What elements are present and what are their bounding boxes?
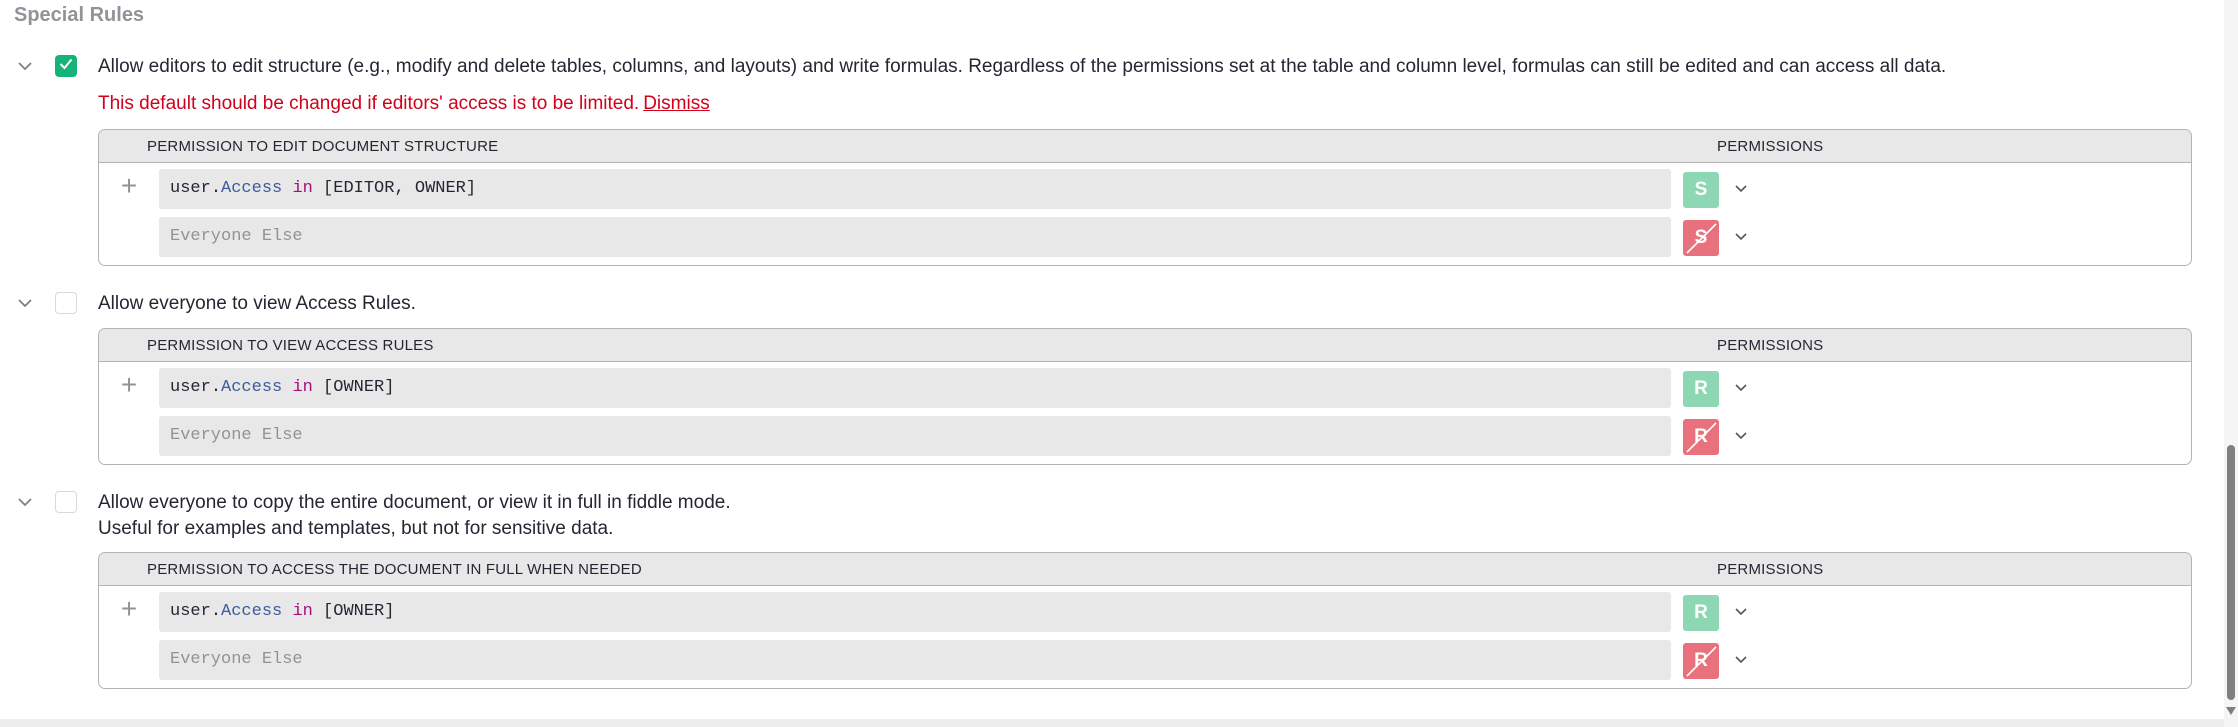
permission-allow-button[interactable]: S (1683, 172, 1719, 208)
chevron-down-icon[interactable] (1731, 426, 1751, 446)
vertical-scrollbar[interactable] (2224, 0, 2238, 727)
chevron-down-icon[interactable] (1731, 602, 1751, 622)
condition-formula[interactable]: user.Access in [OWNER] (159, 368, 1671, 408)
rule-row-default: Everyone Else S (99, 211, 2191, 259)
permission-allow-button[interactable]: R (1683, 595, 1719, 631)
strike-icon (1686, 223, 1717, 254)
permission-table-header: PERMISSION TO VIEW ACCESS RULES PERMISSI… (99, 329, 2191, 362)
permission-deny-button[interactable]: S (1683, 220, 1719, 256)
everyone-else-formula[interactable]: Everyone Else (159, 416, 1671, 456)
chevron-down-icon[interactable] (14, 292, 36, 314)
chevron-down-icon[interactable] (1731, 378, 1751, 398)
permission-deny-button[interactable]: R (1683, 643, 1719, 679)
chevron-down-icon[interactable] (14, 55, 36, 77)
permission-deny-button[interactable]: R (1683, 419, 1719, 455)
rule-row: + user.Access in [EDITOR, OWNER] S (99, 163, 2191, 211)
chevron-down-icon[interactable] (14, 491, 36, 513)
chevron-down-icon[interactable] (1731, 227, 1751, 247)
permission-table: PERMISSION TO ACCESS THE DOCUMENT IN FUL… (98, 552, 2192, 689)
rule-checkbox[interactable] (55, 55, 77, 77)
horizontal-scroll-track (0, 719, 2224, 727)
rule-row-default: Everyone Else R (99, 634, 2191, 682)
rule-description: Allow everyone to copy the entire docume… (98, 490, 731, 542)
rule-checkbox[interactable] (55, 292, 77, 314)
everyone-else-formula[interactable]: Everyone Else (159, 640, 1671, 680)
dismiss-link[interactable]: Dismiss (643, 93, 710, 114)
permission-table-header: PERMISSION TO EDIT DOCUMENT STRUCTURE PE… (99, 130, 2191, 163)
warning-message: This default should be changed if editor… (98, 93, 710, 115)
plus-icon[interactable]: + (117, 172, 141, 200)
warning-text: This default should be changed if editor… (98, 93, 640, 114)
chevron-down-icon[interactable] (1731, 179, 1751, 199)
plus-icon[interactable]: + (117, 595, 141, 623)
plus-icon[interactable]: + (117, 371, 141, 399)
header-label: PERMISSION TO EDIT DOCUMENT STRUCTURE (147, 138, 499, 155)
scrollbar-thumb[interactable] (2227, 445, 2235, 700)
header-permissions-label: PERMISSIONS (1717, 138, 1824, 155)
permission-table-header: PERMISSION TO ACCESS THE DOCUMENT IN FUL… (99, 553, 2191, 586)
rule-row-default: Everyone Else R (99, 410, 2191, 458)
strike-icon (1686, 646, 1717, 677)
rule-checkbox[interactable] (55, 491, 77, 513)
rule-row: + user.Access in [OWNER] R (99, 586, 2191, 634)
scroll-down-arrow-icon[interactable] (2226, 707, 2236, 715)
rule-row: + user.Access in [OWNER] R (99, 362, 2191, 410)
special-rule-edit-structure: Allow editors to edit structure (e.g., m… (0, 0, 2200, 270)
access-rules-page: Special Rules Allow editors to edit stru… (0, 0, 2224, 727)
everyone-else-formula[interactable]: Everyone Else (159, 217, 1671, 257)
check-icon (59, 57, 73, 75)
condition-formula[interactable]: user.Access in [EDITOR, OWNER] (159, 169, 1671, 209)
permission-table: PERMISSION TO EDIT DOCUMENT STRUCTURE PE… (98, 129, 2192, 266)
rule-description: Allow everyone to view Access Rules. (98, 293, 416, 314)
rule-description-line2: Useful for examples and templates, but n… (98, 518, 614, 539)
special-rule-full-copies: Allow everyone to copy the entire docume… (0, 479, 2200, 694)
condition-formula[interactable]: user.Access in [OWNER] (159, 592, 1671, 632)
header-permissions-label: PERMISSIONS (1717, 337, 1824, 354)
permission-allow-button[interactable]: R (1683, 371, 1719, 407)
header-label: PERMISSION TO VIEW ACCESS RULES (147, 337, 434, 354)
header-label: PERMISSION TO ACCESS THE DOCUMENT IN FUL… (147, 561, 642, 578)
rule-description: Allow editors to edit structure (e.g., m… (98, 56, 1947, 77)
strike-icon (1686, 422, 1717, 453)
permission-table: PERMISSION TO VIEW ACCESS RULES PERMISSI… (98, 328, 2192, 465)
rule-description-line1: Allow everyone to copy the entire docume… (98, 492, 731, 513)
header-permissions-label: PERMISSIONS (1717, 561, 1824, 578)
chevron-down-icon[interactable] (1731, 650, 1751, 670)
special-rule-view-access-rules: Allow everyone to view Access Rules. PER… (0, 280, 2200, 470)
